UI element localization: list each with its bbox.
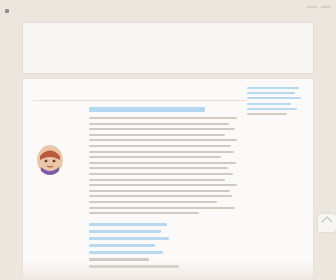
excerpt-line xyxy=(89,258,149,261)
list-item xyxy=(33,103,247,219)
sidebar xyxy=(247,87,307,147)
related-link[interactable] xyxy=(89,251,163,254)
scroll-to-top-button[interactable] xyxy=(318,214,336,232)
content-card xyxy=(22,78,314,280)
entry-excerpt xyxy=(89,117,237,218)
sidebar-link[interactable] xyxy=(247,107,297,110)
site-logo-icon xyxy=(5,9,9,13)
sidebar-link[interactable] xyxy=(247,92,295,95)
header-card xyxy=(22,22,314,74)
scroll-to-top-icon xyxy=(321,216,333,228)
bottom-fade xyxy=(0,262,336,280)
sidebar-link[interactable] xyxy=(247,97,301,100)
avatar-icon[interactable] xyxy=(37,145,63,175)
top-menu-item[interactable] xyxy=(307,6,317,8)
section-header xyxy=(33,85,247,101)
related-link[interactable] xyxy=(89,223,167,226)
entry-title-link[interactable] xyxy=(89,107,205,112)
related-link[interactable] xyxy=(89,237,169,240)
related-link[interactable] xyxy=(89,244,155,247)
top-menu-item[interactable] xyxy=(321,6,331,8)
top-menu xyxy=(307,6,331,8)
top-bar xyxy=(0,0,336,22)
sidebar-text xyxy=(247,112,287,115)
related-link[interactable] xyxy=(89,230,161,233)
sidebar-link[interactable] xyxy=(247,87,299,89)
sidebar-link[interactable] xyxy=(247,102,291,105)
site-logo[interactable] xyxy=(5,9,11,13)
